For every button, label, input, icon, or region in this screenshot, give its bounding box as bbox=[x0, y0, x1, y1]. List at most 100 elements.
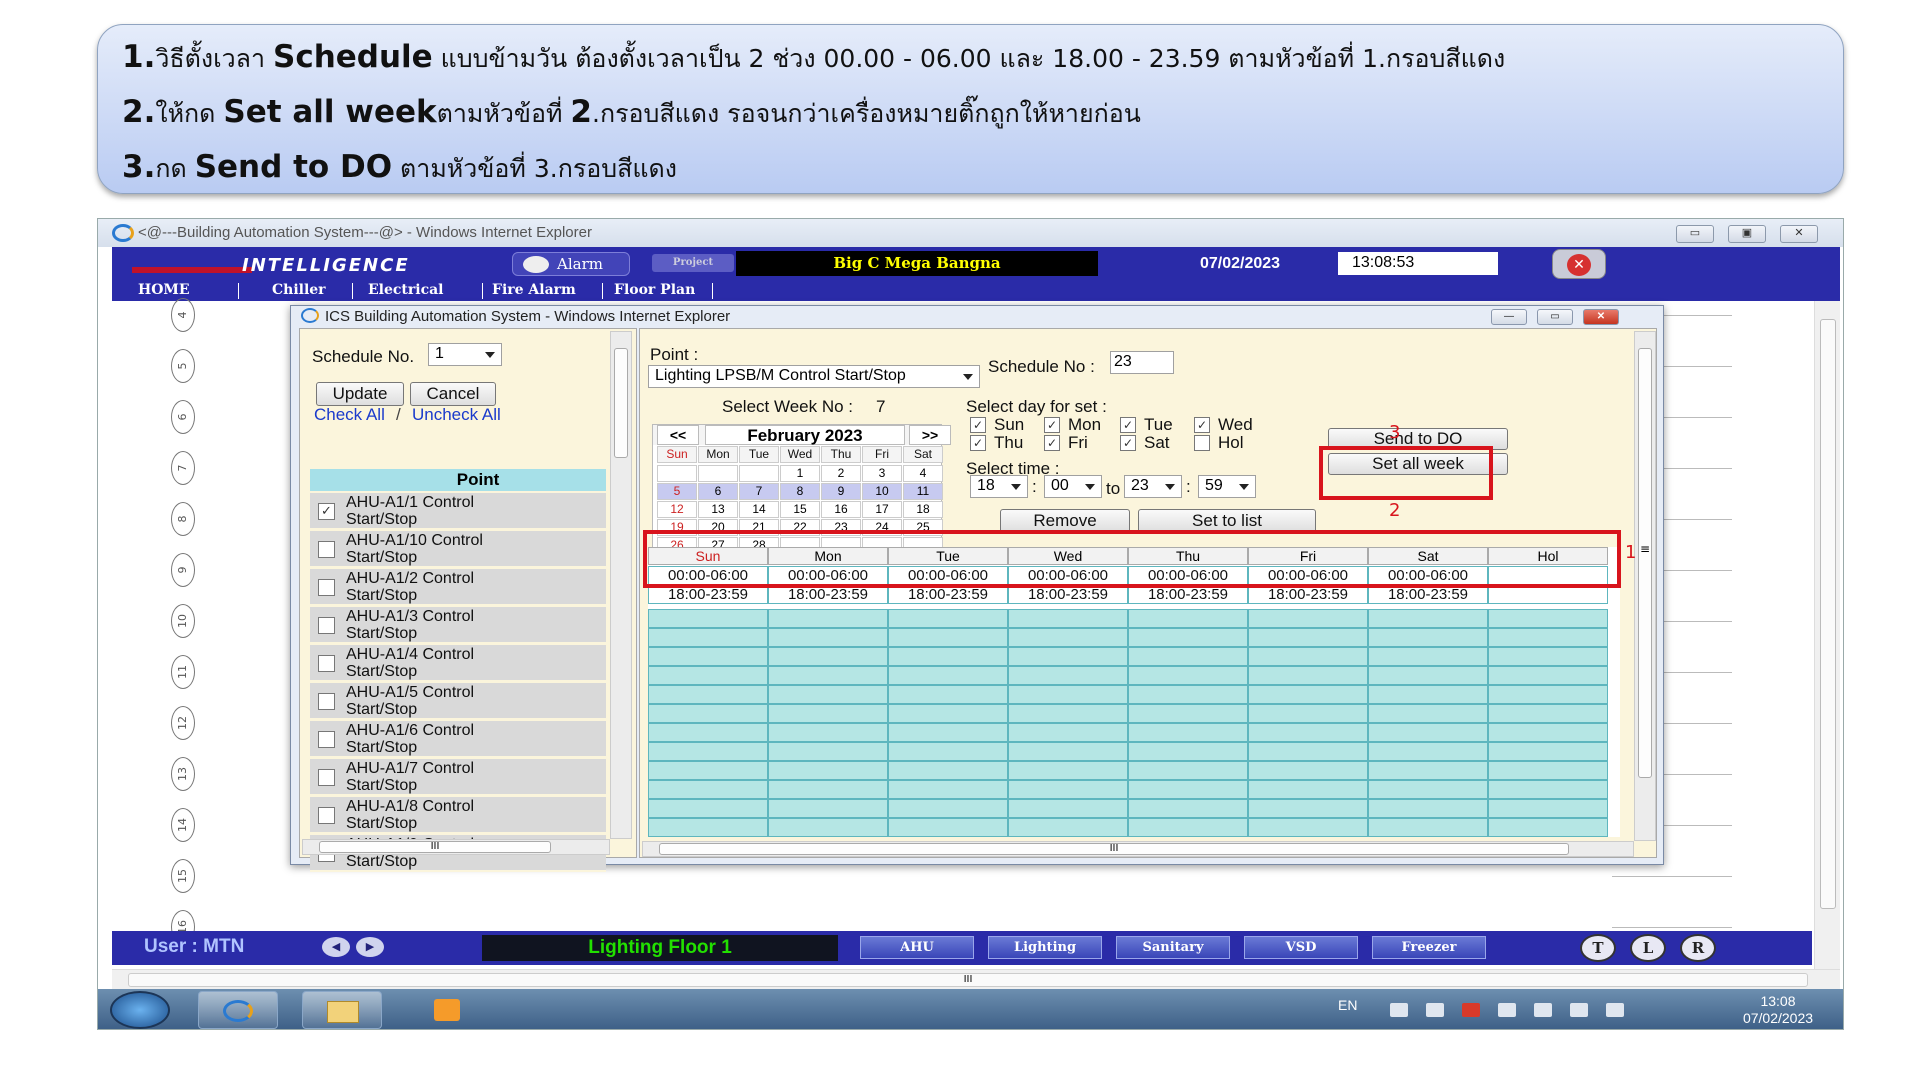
calendar-day[interactable]: 9 bbox=[821, 483, 861, 500]
point-checkbox[interactable] bbox=[318, 807, 335, 824]
tray-network-icon[interactable] bbox=[1390, 1003, 1408, 1017]
point-list-item[interactable]: AHU-A1/10 Control Start/Stop bbox=[310, 531, 606, 568]
schedule-empty-cell[interactable] bbox=[648, 685, 768, 704]
menu-chiller[interactable]: Chiller bbox=[272, 282, 326, 298]
point-select[interactable]: Lighting LPSB/M Control Start/Stop bbox=[648, 365, 980, 388]
schedule-empty-cell[interactable] bbox=[1368, 609, 1488, 628]
tray-volume-icon[interactable] bbox=[1606, 1003, 1624, 1017]
schedule-empty-cell[interactable] bbox=[1128, 742, 1248, 761]
schedule-horizontal-scrollbar[interactable]: III bbox=[642, 841, 1634, 857]
update-button[interactable]: Update bbox=[316, 382, 404, 406]
calendar-day[interactable]: 1 bbox=[780, 465, 820, 482]
language-indicator[interactable]: EN bbox=[1338, 997, 1357, 1013]
close-button[interactable]: ✕ bbox=[1780, 225, 1818, 243]
schedule-empty-cell[interactable] bbox=[1248, 685, 1368, 704]
schedule-empty-cell[interactable] bbox=[768, 761, 888, 780]
schedule-vertical-scrollbar[interactable]: ≡ bbox=[1634, 331, 1656, 841]
calendar-day[interactable]: 17 bbox=[862, 501, 902, 518]
calendar-day[interactable]: 5 bbox=[657, 483, 697, 500]
schedule-empty-cell[interactable] bbox=[1488, 628, 1608, 647]
time-from-hour-select[interactable]: 18 bbox=[970, 475, 1028, 498]
point-checkbox[interactable] bbox=[318, 617, 335, 634]
menu-floor-plan[interactable]: Floor Plan bbox=[614, 282, 695, 298]
schedule-empty-cell[interactable] bbox=[1368, 723, 1488, 742]
schedule-empty-cell[interactable] bbox=[648, 818, 768, 837]
schedule-empty-cell[interactable] bbox=[1128, 609, 1248, 628]
l-button[interactable]: L bbox=[1630, 934, 1666, 962]
schedule-empty-cell[interactable] bbox=[1368, 761, 1488, 780]
calendar-day[interactable]: 7 bbox=[739, 483, 779, 500]
calendar-day[interactable]: 11 bbox=[903, 483, 943, 500]
schedule-empty-cell[interactable] bbox=[1128, 685, 1248, 704]
schedule-empty-cell[interactable] bbox=[1488, 742, 1608, 761]
schedule-empty-cell[interactable] bbox=[648, 628, 768, 647]
calendar-day[interactable]: 14 bbox=[739, 501, 779, 518]
schedule-empty-cell[interactable] bbox=[1488, 780, 1608, 799]
schedule-empty-cell[interactable] bbox=[1368, 704, 1488, 723]
schedule-empty-cell[interactable] bbox=[648, 780, 768, 799]
schedule-empty-cell[interactable] bbox=[768, 628, 888, 647]
schedule-empty-cell[interactable] bbox=[648, 609, 768, 628]
day-checkbox-wed[interactable]: ✓ bbox=[1194, 417, 1210, 433]
schedule-empty-cell[interactable] bbox=[1368, 818, 1488, 837]
popup-maximize-button[interactable]: ▭ bbox=[1537, 309, 1573, 325]
day-checkbox-hol[interactable] bbox=[1194, 435, 1210, 451]
t-button[interactable]: T bbox=[1580, 934, 1616, 962]
schedule-empty-cell[interactable] bbox=[1128, 628, 1248, 647]
schedule-empty-cell[interactable] bbox=[1248, 799, 1368, 818]
schedule-empty-cell[interactable] bbox=[1248, 742, 1368, 761]
time-to-hour-select[interactable]: 23 bbox=[1124, 475, 1182, 498]
schedule-empty-cell[interactable] bbox=[1248, 628, 1368, 647]
point-checkbox[interactable] bbox=[318, 769, 335, 786]
schedule-empty-cell[interactable] bbox=[1128, 799, 1248, 818]
schedule-empty-cell[interactable] bbox=[648, 647, 768, 666]
point-checkbox[interactable] bbox=[318, 541, 335, 558]
schedule-empty-cell[interactable] bbox=[768, 723, 888, 742]
schedule-empty-cell[interactable] bbox=[1128, 666, 1248, 685]
point-list-item[interactable]: AHU-A1/5 Control Start/Stop bbox=[310, 683, 606, 720]
point-list-item[interactable]: AHU-A1/7 Control Start/Stop bbox=[310, 759, 606, 796]
schedule-empty-cell[interactable] bbox=[1368, 685, 1488, 704]
schedule-empty-cell[interactable] bbox=[768, 742, 888, 761]
start-button[interactable] bbox=[110, 991, 170, 1029]
day-checkbox-thu[interactable]: ✓ bbox=[970, 435, 986, 451]
schedule-empty-cell[interactable] bbox=[1128, 647, 1248, 666]
popup-minimize-button[interactable]: — bbox=[1491, 309, 1527, 325]
schedule-empty-cell[interactable] bbox=[888, 780, 1008, 799]
day-checkbox-sun[interactable]: ✓ bbox=[970, 417, 986, 433]
day-checkbox-fri[interactable]: ✓ bbox=[1044, 435, 1060, 451]
lighting-button[interactable]: Lighting bbox=[988, 936, 1102, 959]
schedule-empty-cell[interactable] bbox=[888, 742, 1008, 761]
schedule-empty-cell[interactable] bbox=[768, 685, 888, 704]
popup-close-button[interactable]: ✕ bbox=[1583, 309, 1619, 325]
schedule-empty-cell[interactable] bbox=[1368, 628, 1488, 647]
prev-floor-button[interactable]: ◀ bbox=[322, 937, 350, 957]
schedule-empty-cell[interactable] bbox=[1008, 628, 1128, 647]
schedule-empty-cell[interactable] bbox=[1488, 723, 1608, 742]
point-list-scrollbar[interactable] bbox=[610, 331, 632, 839]
menu-fire-alarm[interactable]: Fire Alarm bbox=[492, 282, 576, 298]
calendar-day[interactable]: 2 bbox=[821, 465, 861, 482]
media-player-icon[interactable] bbox=[434, 999, 460, 1021]
schedule-empty-cell[interactable] bbox=[1488, 647, 1608, 666]
point-list-item[interactable]: AHU-A1/3 Control Start/Stop bbox=[310, 607, 606, 644]
schedule-empty-cell[interactable] bbox=[1248, 704, 1368, 723]
schedule-empty-cell[interactable] bbox=[648, 761, 768, 780]
schedule-empty-cell[interactable] bbox=[888, 761, 1008, 780]
schedule-empty-cell[interactable] bbox=[1248, 818, 1368, 837]
schedule-empty-cell[interactable] bbox=[1488, 666, 1608, 685]
point-checkbox[interactable] bbox=[318, 579, 335, 596]
schedule-empty-cell[interactable] bbox=[888, 685, 1008, 704]
day-checkbox-tue[interactable]: ✓ bbox=[1120, 417, 1136, 433]
schedule-empty-cell[interactable] bbox=[1008, 685, 1128, 704]
schedule-empty-cell[interactable] bbox=[888, 628, 1008, 647]
schedule-empty-cell[interactable] bbox=[1128, 704, 1248, 723]
schedule-empty-cell[interactable] bbox=[888, 799, 1008, 818]
schedule-empty-cell[interactable] bbox=[1488, 799, 1608, 818]
tray-alert-icon[interactable] bbox=[1462, 1003, 1480, 1017]
schedule-empty-cell[interactable] bbox=[648, 799, 768, 818]
tray-flag-icon[interactable] bbox=[1498, 1003, 1516, 1017]
check-all-link[interactable]: Check All bbox=[314, 405, 385, 425]
page-vertical-scrollbar[interactable] bbox=[1814, 301, 1840, 1011]
schedule-empty-cell[interactable] bbox=[1128, 761, 1248, 780]
